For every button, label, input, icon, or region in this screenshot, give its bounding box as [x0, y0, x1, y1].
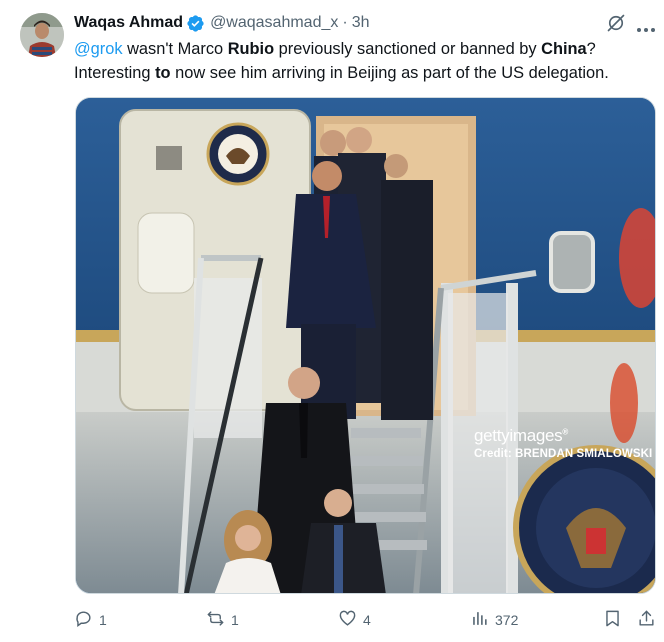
text-segment: now see him arriving in Beijing as part … — [170, 64, 609, 82]
timestamp[interactable]: 3h — [352, 14, 370, 32]
repost-button[interactable]: 1 — [206, 606, 239, 634]
like-icon — [338, 609, 357, 631]
text-segment: ? — [586, 40, 596, 58]
share-icon — [637, 609, 656, 631]
text-segment: wasn't Marco — [122, 40, 228, 58]
tweet-text: @grok wasn't Marco Rubio previously sanc… — [74, 37, 654, 85]
tweet-card[interactable]: Waqas Ahmad @waqasahmad_x · 3h @grok was… — [0, 0, 664, 642]
photo-credit: Credit: BRENDAN SMIALOWSKI — [474, 448, 653, 460]
getty-watermark: gettyimages® Credit: BRENDAN SMIALOWSKI — [474, 426, 652, 460]
views-count: 372 — [495, 612, 519, 628]
like-button[interactable]: 4 — [338, 606, 371, 634]
share-button[interactable] — [637, 606, 656, 634]
text-bold-rubio: Rubio — [227, 40, 275, 58]
mention-link[interactable]: @grok — [74, 40, 123, 58]
bookmark-button[interactable] — [603, 606, 622, 634]
getty-logo-bold: getty — [474, 426, 510, 445]
reply-button[interactable]: 1 — [74, 606, 107, 634]
reply-icon — [74, 609, 93, 631]
verified-badge-icon — [186, 14, 205, 33]
repost-count: 1 — [231, 612, 239, 628]
tweet-header: Waqas Ahmad @waqasahmad_x · 3h — [74, 13, 370, 33]
author-name[interactable]: Waqas Ahmad — [74, 14, 183, 32]
more-icon[interactable] — [636, 20, 656, 32]
reply-count: 1 — [99, 612, 107, 628]
repost-icon — [206, 609, 225, 631]
tweet-photo[interactable]: gettyimages® Credit: BRENDAN SMIALOWSKI — [75, 97, 656, 594]
getty-logo-light: images — [509, 426, 563, 445]
separator-dot: · — [342, 14, 348, 31]
action-bar: 1 1 4 372 — [74, 606, 664, 634]
bookmark-icon — [603, 609, 622, 631]
grok-icon[interactable] — [606, 13, 626, 33]
views-icon — [470, 609, 489, 631]
text-bold-to: to — [155, 64, 171, 82]
getty-registered: ® — [562, 427, 568, 437]
text-segment: previously sanctioned or banned by — [274, 40, 542, 58]
text-bold-china: China — [541, 40, 587, 58]
avatar[interactable] — [20, 13, 64, 57]
text-segment: Interesting — [74, 64, 156, 82]
views-button[interactable]: 372 — [470, 606, 518, 634]
like-count: 4 — [363, 612, 371, 628]
author-handle[interactable]: @waqasahmad_x — [210, 14, 338, 32]
